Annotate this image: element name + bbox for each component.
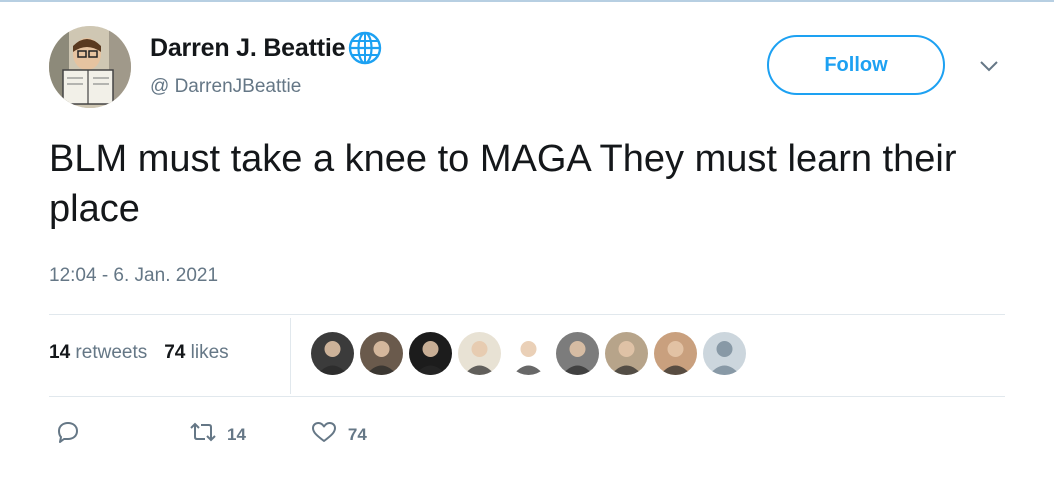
- liker-avatar-6[interactable]: [556, 332, 599, 375]
- liker-avatar-2[interactable]: [360, 332, 403, 375]
- reply-button[interactable]: [55, 420, 81, 449]
- liker-avatars: [311, 332, 752, 375]
- stats-separator: [290, 318, 291, 394]
- liker-avatar-3[interactable]: [409, 332, 452, 375]
- author-avatar[interactable]: [49, 26, 131, 108]
- heart-icon: [310, 420, 338, 449]
- likes-count: 74: [164, 342, 186, 363]
- top-rule: [0, 0, 1054, 2]
- divider-top: [49, 314, 1005, 315]
- globe-icon: [348, 31, 382, 65]
- retweets-stat[interactable]: 14 retweets: [49, 342, 147, 364]
- tweet-timestamp[interactable]: 12:04 - 6. Jan. 2021: [49, 265, 218, 287]
- retweet-count: 14: [227, 424, 246, 444]
- tweet-actions: 14 74: [55, 420, 367, 449]
- divider-bottom: [49, 396, 1005, 397]
- tweet-text: BLM must take a knee to MAGA They must l…: [49, 138, 957, 230]
- retweets-count: 14: [49, 342, 71, 363]
- reply-icon: [55, 420, 81, 449]
- retweet-button[interactable]: 14: [189, 421, 246, 448]
- liker-avatar-1[interactable]: [311, 332, 354, 375]
- author-handle[interactable]: @ DarrenJBeattie: [150, 76, 301, 98]
- author-display-name[interactable]: Darren J. Beattie: [150, 34, 345, 63]
- follow-button[interactable]: Follow: [767, 35, 945, 95]
- liker-avatar-4[interactable]: [458, 332, 501, 375]
- chevron-down-icon[interactable]: [978, 58, 1000, 74]
- like-button[interactable]: 74: [310, 420, 367, 449]
- liker-avatar-9[interactable]: [703, 332, 746, 375]
- retweets-label: retweets: [75, 342, 148, 363]
- retweet-icon: [189, 421, 217, 448]
- stats-row: 14 retweets 74 likes: [49, 342, 246, 364]
- like-count: 74: [347, 424, 367, 444]
- likes-stat[interactable]: 74 likes: [164, 342, 228, 364]
- liker-avatar-8[interactable]: [654, 332, 697, 375]
- liker-avatar-5[interactable]: [507, 332, 550, 375]
- likes-label: likes: [190, 342, 229, 363]
- liker-avatar-7[interactable]: [605, 332, 648, 375]
